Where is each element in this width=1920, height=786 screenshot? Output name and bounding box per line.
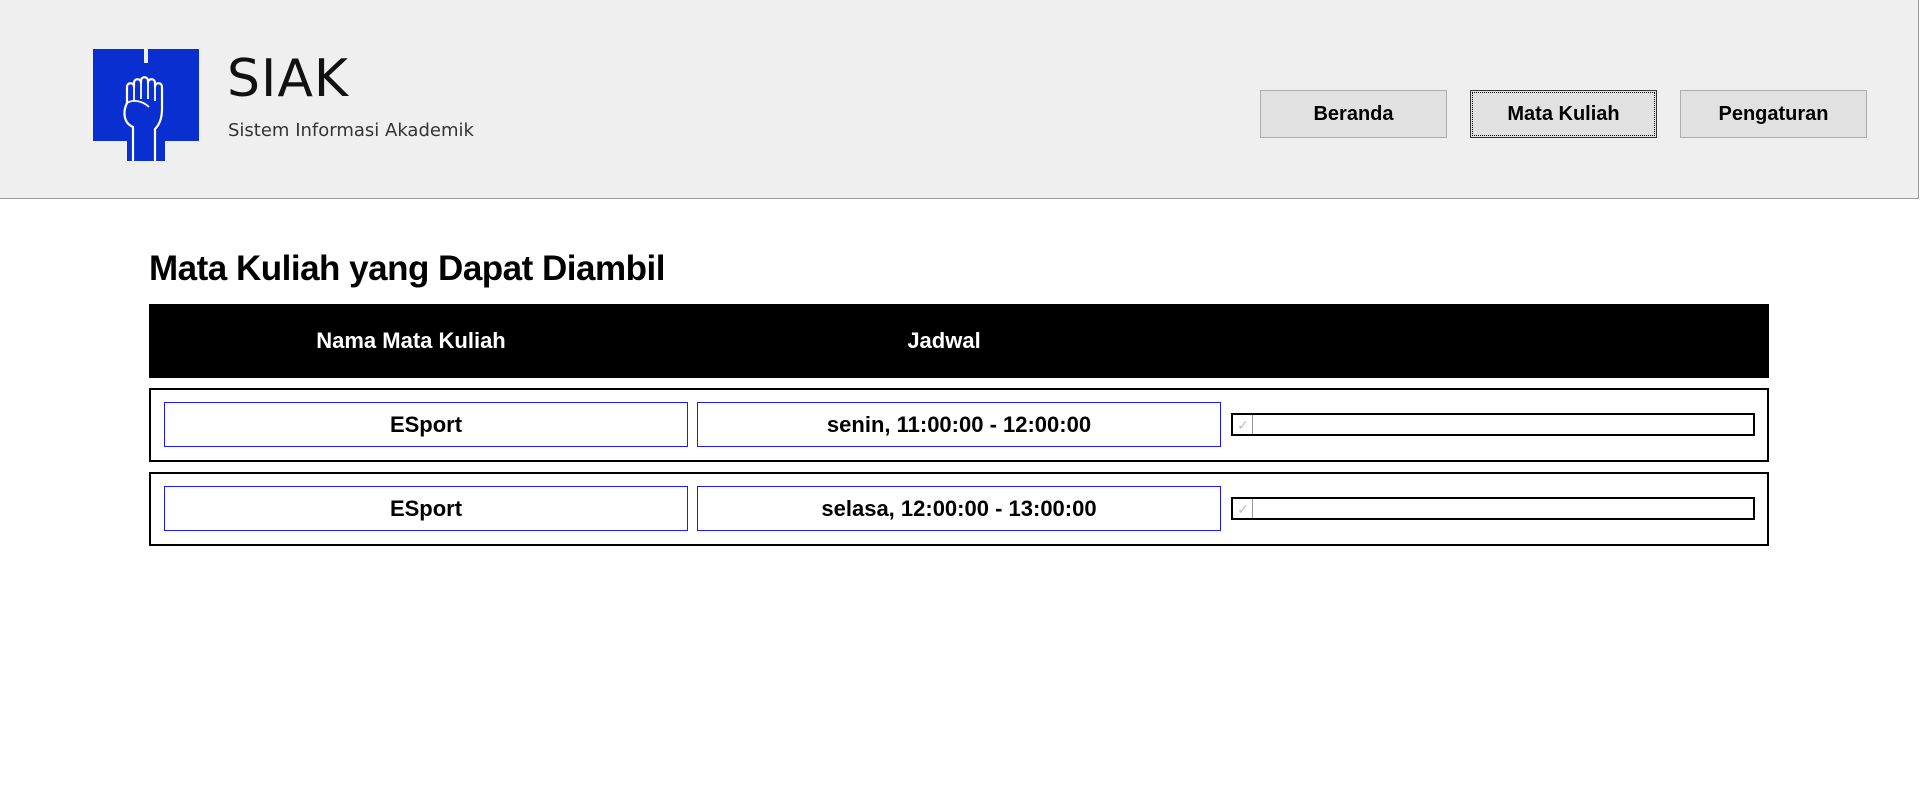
- table-row: ESport senin, 11:00:00 - 12:00:00 ✓: [149, 388, 1769, 462]
- nav-button-beranda[interactable]: Beranda: [1260, 90, 1447, 138]
- course-name-cell: ESport: [164, 486, 688, 531]
- course-schedule-cell: selasa, 12:00:00 - 13:00:00: [697, 486, 1221, 531]
- nav-button-mata-kuliah[interactable]: Mata Kuliah: [1470, 90, 1657, 138]
- checkmark-icon: ✓: [1234, 499, 1253, 518]
- course-select-checkbox[interactable]: ✓: [1231, 413, 1755, 436]
- raised-fist-book-logo: [93, 49, 199, 161]
- app-subtitle: Sistem Informasi Akademik: [228, 120, 474, 141]
- app-header: SIAK Sistem Informasi Akademik Beranda M…: [0, 0, 1919, 199]
- app-title: SIAK: [227, 49, 350, 109]
- checkmark-icon: ✓: [1234, 415, 1253, 434]
- course-schedule-cell: senin, 11:00:00 - 12:00:00: [697, 402, 1221, 447]
- column-header-name: Nama Mata Kuliah: [316, 328, 506, 353]
- table-row: ESport selasa, 12:00:00 - 13:00:00 ✓: [149, 472, 1769, 546]
- column-header-schedule: Jadwal: [907, 328, 981, 353]
- course-name-cell: ESport: [164, 402, 688, 447]
- nav-button-pengaturan[interactable]: Pengaturan: [1680, 90, 1867, 138]
- page-title: Mata Kuliah yang Dapat Diambil: [149, 249, 665, 288]
- table-header: Nama Mata Kuliah Jadwal: [149, 304, 1769, 378]
- course-select-checkbox[interactable]: ✓: [1231, 497, 1755, 520]
